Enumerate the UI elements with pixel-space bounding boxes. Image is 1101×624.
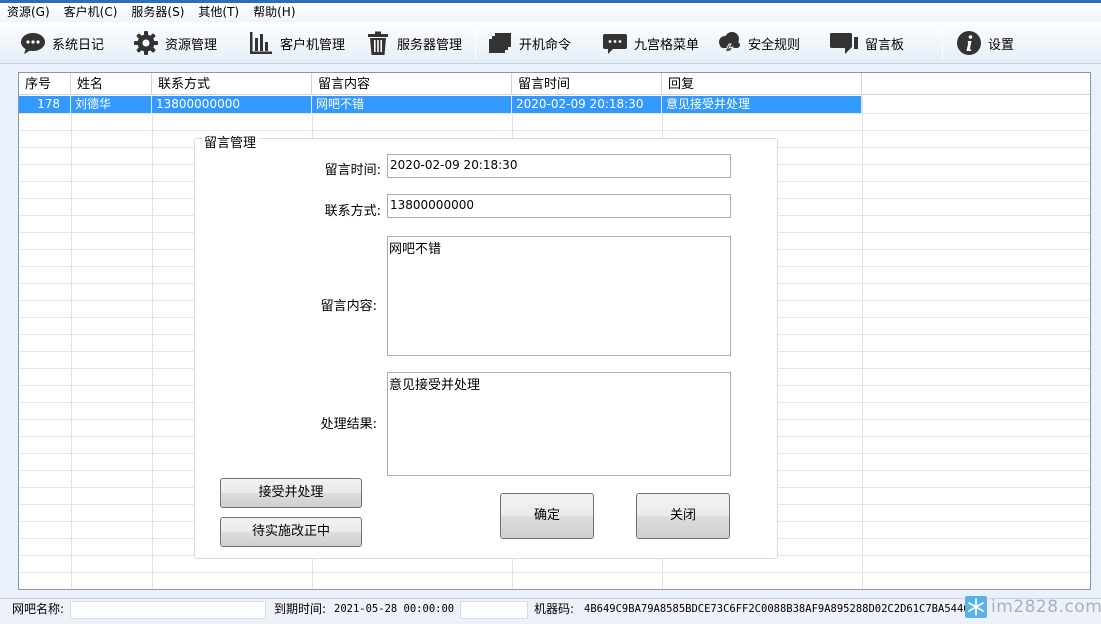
toolbar: 系统日记 资源管理 客户机管理 服务器管理 开机命令 九宫格菜单 安全规则 留言… <box>0 22 1101 64</box>
bar-chart-icon <box>250 32 272 54</box>
status-bar: 网吧名称: 到期时间: 2021-05-28 00:00:00 机器码: 4B6… <box>0 598 1101 622</box>
toolbar-message-board-button[interactable]: 留言板 <box>829 29 904 57</box>
toolbar-separator <box>942 27 943 59</box>
result-label: 处理结果: <box>320 417 377 432</box>
info-icon <box>957 31 981 55</box>
toolbar-label: 服务器管理 <box>397 37 463 53</box>
table-row[interactable]: 178 刘德华 13800000000 网吧不错 2020-02-09 20:1… <box>19 96 862 113</box>
menu-client[interactable]: 客户机(C) <box>57 3 125 22</box>
toolbar-boot-command-button[interactable]: 开机命令 <box>487 29 571 57</box>
trash-icon <box>368 31 388 55</box>
cell-contact: 13800000000 <box>152 96 312 113</box>
cell-reply: 意见接受并处理 <box>662 96 862 113</box>
toolbar-server-button[interactable]: 服务器管理 <box>365 29 462 57</box>
watermark: im2828.com <box>965 594 1101 620</box>
panel-title: 留言管理 <box>202 132 259 151</box>
column-header-name[interactable]: 姓名 <box>71 73 152 95</box>
toolbar-separator <box>475 27 476 59</box>
accept-and-process-button[interactable]: 接受并处理 <box>220 478 362 508</box>
toolbar-label: 留言板 <box>865 37 905 53</box>
grid-line <box>19 130 1090 131</box>
grid-line <box>862 95 863 589</box>
menu-help[interactable]: 帮助(H) <box>246 3 302 22</box>
message-management-panel: 留言管理 留言时间: 2020-02-09 20:18:30 联系方式: 138… <box>194 132 778 559</box>
toolbar-grid-menu-button[interactable]: 九宫格菜单 <box>602 29 699 57</box>
watermark-text: im2828.com <box>991 597 1101 617</box>
close-button[interactable]: 关闭 <box>636 493 730 539</box>
grid-line <box>152 95 153 589</box>
chat-bubble-icon <box>21 33 45 54</box>
time-field[interactable]: 2020-02-09 20:18:30 <box>387 154 731 178</box>
column-header-content[interactable]: 留言内容 <box>312 73 512 95</box>
confirm-button[interactable]: 确定 <box>500 493 594 539</box>
menu-server[interactable]: 服务器(S) <box>124 3 191 22</box>
cell-id: 178 <box>19 96 71 113</box>
column-header-id[interactable]: 序号 <box>19 73 71 95</box>
cloud-rules-icon <box>719 32 740 56</box>
gear-icon <box>134 31 158 55</box>
toolbar-label: 九宫格菜单 <box>634 37 700 53</box>
expire-label: 到期时间: <box>274 602 327 616</box>
content-label: 留言内容: <box>320 299 377 314</box>
toolbar-client-button[interactable]: 客户机管理 <box>248 29 345 57</box>
status-spacer <box>460 601 528 619</box>
column-header-reply[interactable]: 回复 <box>662 73 862 95</box>
table-header: 序号 姓名 联系方式 留言内容 留言时间 回复 <box>19 73 1090 95</box>
pending-fix-button[interactable]: 待实施改正中 <box>220 517 362 547</box>
menu-bar: 资源(G) 客户机(C) 服务器(S) 其他(T) 帮助(H) <box>0 3 1101 22</box>
cafe-name-label: 网吧名称: <box>12 602 65 616</box>
menu-other[interactable]: 其他(T) <box>191 3 246 22</box>
toolbar-resource-button[interactable]: 资源管理 <box>133 29 217 57</box>
grid-line <box>19 572 1090 573</box>
column-header-time[interactable]: 留言时间 <box>512 73 662 95</box>
content-textarea[interactable]: 网吧不错 <box>387 236 731 356</box>
snowflake-logo-icon <box>965 596 987 618</box>
toolbar-label: 开机命令 <box>519 37 572 53</box>
cell-name: 刘德华 <box>71 96 152 113</box>
expire-value: 2021-05-28 00:00:00 <box>334 603 455 615</box>
contact-field[interactable]: 13800000000 <box>387 194 731 218</box>
contact-label: 联系方式: <box>324 204 381 219</box>
cell-content: 网吧不错 <box>312 96 512 113</box>
message-board-icon <box>830 33 858 54</box>
toolbar-label: 资源管理 <box>165 37 218 53</box>
result-textarea[interactable]: 意见接受并处理 <box>387 372 731 476</box>
toolbar-system-log-button[interactable]: 系统日记 <box>20 29 104 57</box>
machine-code-label: 机器码: <box>534 602 575 616</box>
cafe-name-field <box>70 601 266 619</box>
time-label: 留言时间: <box>324 163 381 178</box>
menu-resources[interactable]: 资源(G) <box>0 3 57 22</box>
column-header-contact[interactable]: 联系方式 <box>152 73 312 95</box>
toolbar-label: 客户机管理 <box>280 37 346 53</box>
cell-time: 2020-02-09 20:18:30 <box>512 96 662 113</box>
windows-icon <box>489 33 511 53</box>
toolbar-label: 系统日记 <box>52 37 105 53</box>
toolbar-security-rules-button[interactable]: 安全规则 <box>716 29 800 57</box>
toolbar-settings-button[interactable]: 设置 <box>956 29 1014 57</box>
chat-dots-icon <box>603 34 627 54</box>
toolbar-label: 安全规则 <box>748 37 801 53</box>
machine-code-value: 4B649C9BA79A8585BDCE73C6FF2C0088B38AF9A8… <box>584 603 966 615</box>
toolbar-label: 设置 <box>988 37 1015 53</box>
grid-line <box>71 95 72 589</box>
grid-line <box>19 113 1090 114</box>
